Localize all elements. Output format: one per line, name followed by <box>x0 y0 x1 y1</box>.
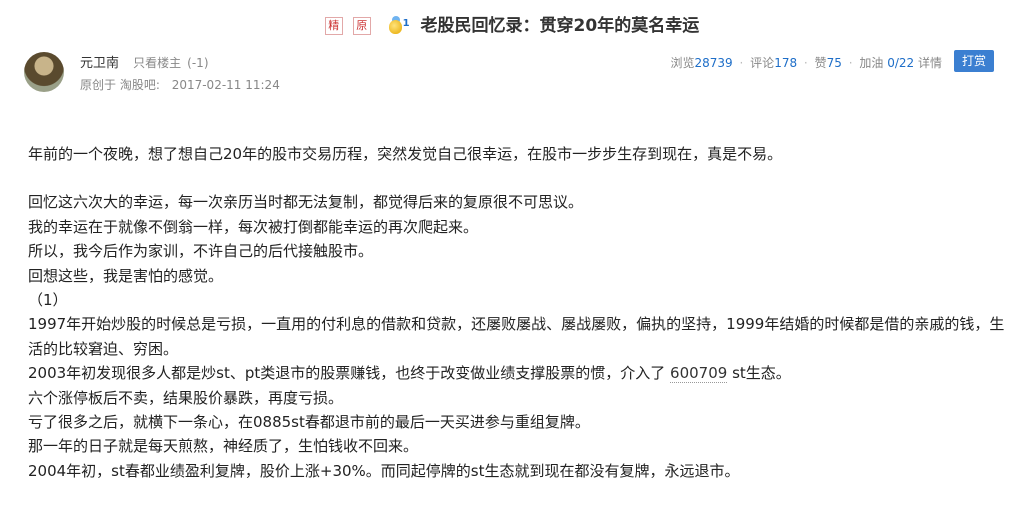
only-owner-link[interactable]: 只看楼主 (-1) <box>133 56 208 70</box>
paragraph: 年前的一个夜晚，想了想自己20年的股市交易历程，突然发觉自己很幸运，在股市一步步… <box>28 145 783 163</box>
level-icon: 1 <box>387 16 410 36</box>
paragraph: 亏了很多之后，就横下一条心，在0885st春都退市前的最后一天买进参与重组复牌。 <box>28 413 590 432</box>
author-row: 元卫南 只看楼主 (-1) <box>80 52 209 71</box>
paragraph: 回忆这六次大的幸运，每一次亲历当时都无法复制，都觉得后来的复原很不可思议。 <box>28 193 584 212</box>
original-badge: 原 <box>352 17 371 35</box>
boost-label: 加油 <box>859 56 884 70</box>
paragraph: 那一年的日子就是每天煎熬，神经质了，生怕钱收不回来。 <box>28 437 419 456</box>
paragraph: 我的幸运在于就像不倒翁一样，每次被打倒都能幸运的再次爬起来。 <box>28 217 479 236</box>
post-title-bar: 精 原 1 老股民回忆录：贯穿20年的莫名幸运 <box>0 12 1024 40</box>
paragraph-text: 2003年初发现很多人都是炒st、pt类退市的股票赚钱，也终于改变做业绩支撑股票… <box>28 364 671 383</box>
author-score: (-1) <box>187 56 209 70</box>
comments-count[interactable]: 178 <box>774 56 797 70</box>
featured-badge: 精 <box>324 17 343 35</box>
avatar[interactable] <box>24 52 64 92</box>
post-stats: 浏览28739 · 评论178 · 赞75 · 加油 0/22 详情 <box>670 56 942 70</box>
paragraph: 所以，我今后作为家训，不许自己的后代接触股市。 <box>28 242 374 261</box>
views-label: 浏览 <box>670 56 695 70</box>
likes-label: 赞 <box>814 56 827 70</box>
paragraph: 2003年初发现很多人都是炒st、pt类退市的股票赚钱，也终于改变做业绩支撑股票… <box>28 361 1008 385</box>
paragraph: 1997年开始炒股的时候总是亏损，一直用的付利息的借款和贷款，还屡败屡战、屡战屡… <box>28 315 1005 358</box>
paragraph: （1） <box>28 291 68 310</box>
comments-label: 评论 <box>750 56 775 70</box>
level-number: 1 <box>402 18 410 29</box>
post-date: 2017-02-11 11:24 <box>171 78 280 92</box>
post-title: 老股民回忆录：贯穿20年的莫名幸运 <box>420 16 700 36</box>
author-name[interactable]: 元卫南 <box>80 56 119 71</box>
only-owner-label: 只看楼主 <box>133 56 182 70</box>
post-meta: 原创于 淘股吧: 2017-02-11 11:24 <box>80 76 288 93</box>
detail-link[interactable]: 详情 <box>918 56 942 70</box>
paragraph-text: st生态。 <box>727 364 791 383</box>
views-count: 28739 <box>694 56 733 70</box>
post-content: 年前的一个夜晚，想了想自己20年的股市交易历程，突然发觉自己很幸运，在股市一步步… <box>28 142 1008 483</box>
likes-count[interactable]: 75 <box>827 56 842 70</box>
boost-count: 0/22 <box>887 56 915 70</box>
paragraph: 回想这些，我是害怕的感觉。 <box>28 266 224 285</box>
paragraph: 六个涨停板后不卖，结果股价暴跌，再度亏损。 <box>28 388 344 407</box>
origin-label: 原创于 淘股吧: <box>80 78 160 92</box>
stock-link-600709[interactable]: 600709 <box>670 364 728 384</box>
paragraph: 2004年初，st春都业绩盈利复牌，股价上涨+30%。而同起停牌的st生态就到现… <box>28 461 740 480</box>
tip-button[interactable]: 打赏 <box>954 50 994 72</box>
